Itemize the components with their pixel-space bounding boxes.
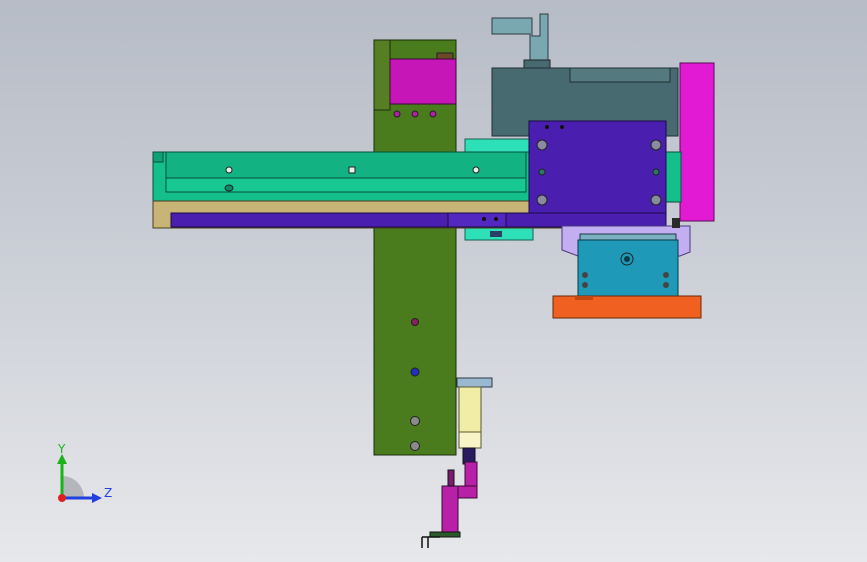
rail-slot <box>490 231 502 237</box>
gearbox[interactable] <box>577 233 679 299</box>
cad-viewport[interactable]: Y Z <box>0 0 867 562</box>
pneumatic-cylinder[interactable] <box>456 377 493 449</box>
mount-clip <box>672 218 680 228</box>
y-axis-label: Y <box>58 442 66 456</box>
axis-triad: Y Z <box>40 440 130 520</box>
side-plate[interactable] <box>679 62 715 222</box>
assembly-model[interactable] <box>0 0 867 562</box>
x-axis-dot <box>58 494 66 502</box>
guide-rail-top[interactable] <box>464 138 534 154</box>
z-axis-arrow <box>92 493 102 503</box>
triad-graphic <box>57 454 102 503</box>
servo-motor[interactable] <box>491 13 679 137</box>
orange-plate-notch <box>575 296 593 300</box>
gripper-finger[interactable] <box>421 447 478 548</box>
slider-bar[interactable] <box>170 212 667 228</box>
z-axis-label: Z <box>104 486 113 500</box>
triad-arc <box>62 476 84 498</box>
carriage-plate[interactable] <box>528 120 667 214</box>
